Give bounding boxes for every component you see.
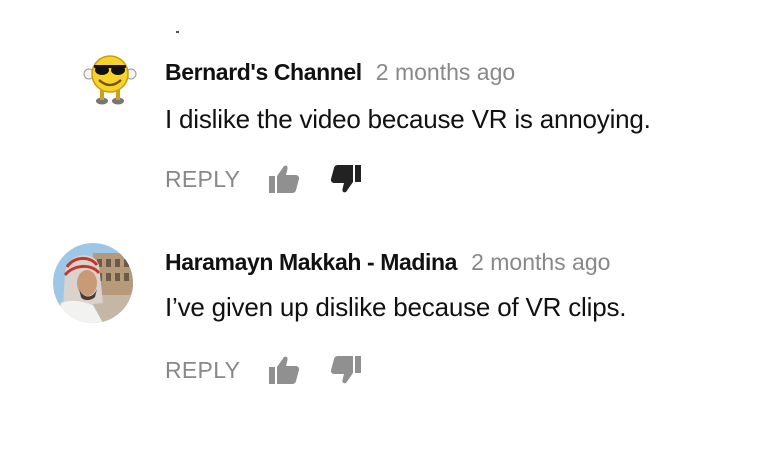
author-name[interactable]: Haramayn Makkah - Madina [165,249,457,275]
comment-header: Bernard's Channel 2 months ago [165,59,515,86]
author-name[interactable]: Bernard's Channel [165,59,362,85]
comment-text: I’ve given up dislike because of VR clip… [165,292,627,322]
comment-time[interactable]: 2 months ago [471,249,610,275]
comment-header: Haramayn Makkah - Madina 2 months ago [165,249,610,276]
thumbs-down-icon[interactable] [330,355,362,385]
thumbs-down-icon[interactable] [330,164,362,194]
sunglasses-smiley-icon[interactable] [80,50,140,110]
reply-button[interactable]: REPLY [165,166,240,193]
thumbs-up-icon[interactable] [268,164,300,194]
divider-mark [176,31,179,33]
reply-button[interactable]: REPLY [165,357,240,384]
comment-text: I dislike the video because VR is annoyi… [165,104,651,134]
comment-actions: REPLY [165,353,362,387]
comment-time[interactable]: 2 months ago [376,59,515,85]
thumbs-up-icon[interactable] [268,355,300,385]
user-photo-avatar[interactable] [53,243,133,323]
comment-actions: REPLY [165,162,362,196]
